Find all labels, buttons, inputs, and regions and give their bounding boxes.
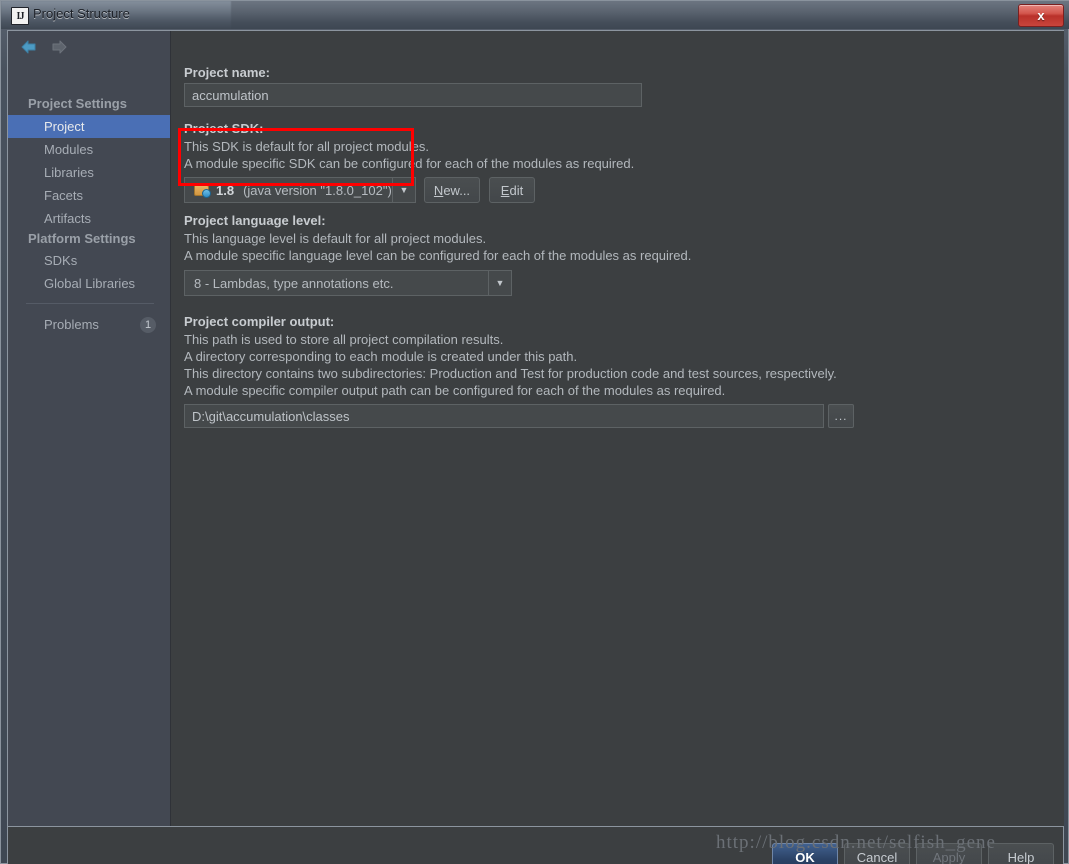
sidebar: Project Settings Project Modules Librari… [8,31,171,826]
compiler-output-label: Project compiler output: [184,314,335,329]
new-sdk-button[interactable]: New... [424,177,480,203]
footer-button-bar: OK Cancel Apply Help [7,827,1064,864]
new-sdk-button-label: New... [433,182,471,198]
sidebar-group-project-settings: Project Settings [28,96,127,111]
problems-count-badge: 1 [140,317,156,333]
ok-button-label: OK [795,849,815,864]
language-level-desc-line1: This language level is default for all p… [184,231,487,246]
project-name-input[interactable] [184,83,642,107]
sidebar-item-project[interactable]: Project [8,115,170,138]
project-sdk-combobox[interactable]: 1.8 (java version "1.8.0_102") ▼ [184,177,416,203]
arrow-right-icon[interactable] [51,39,68,55]
ellipsis-browse-icon[interactable]: ... [828,404,854,428]
main-panel: Project name: Project SDK: This SDK is d… [172,31,1064,826]
sidebar-item-label: Project [44,119,85,134]
ok-button[interactable]: OK [772,843,838,864]
cancel-button-label: Cancel [856,849,898,864]
project-sdk-version-detail: (java version "1.8.0_102") [243,182,392,198]
sidebar-item-modules[interactable]: Modules [8,138,170,161]
language-level-label: Project language level: [184,213,326,228]
sidebar-item-label: Modules [44,142,94,157]
project-sdk-label: Project SDK: [184,121,264,136]
sidebar-group-platform-settings: Platform Settings [28,231,136,246]
chevron-down-icon[interactable]: ▼ [488,271,511,295]
java-sdk-folder-icon [194,183,211,198]
apply-button-label: Apply [932,849,966,864]
sidebar-divider [26,303,154,304]
close-icon: x [1037,8,1045,23]
browse-button-label: ... [834,409,848,423]
sidebar-item-problems[interactable]: Problems 1 [8,313,170,336]
apply-button: Apply [916,843,982,864]
help-button[interactable]: Help [988,843,1054,864]
language-level-desc-line2: A module specific language level can be … [184,248,692,263]
sidebar-item-label: Artifacts [44,211,91,226]
content-area: Project Settings Project Modules Librari… [7,30,1064,827]
project-sdk-desc-line1: This SDK is default for all project modu… [184,139,429,154]
language-level-value: 8 - Lambdas, type annotations etc. [194,275,394,291]
edit-sdk-button[interactable]: Edit [489,177,535,203]
language-level-combobox[interactable]: 8 - Lambdas, type annotations etc. ▼ [184,270,512,296]
window-title: Project Structure [33,6,130,21]
compiler-output-desc-line4: A module specific compiler output path c… [184,383,726,398]
sidebar-item-facets[interactable]: Facets [8,184,170,207]
sidebar-item-sdks[interactable]: SDKs [8,249,170,272]
window-frame: IJ Project Structure x Project Settings … [0,0,1069,864]
intellij-idea-icon: IJ [11,7,29,25]
navigation-arrows [20,39,68,55]
chevron-down-icon[interactable]: ▼ [392,178,415,202]
screenshot-root: IJ Project Structure x Project Settings … [0,0,1069,864]
sidebar-item-global-libraries[interactable]: Global Libraries [8,272,170,295]
close-button[interactable]: x [1018,4,1064,27]
compiler-output-desc-line2: A directory corresponding to each module… [184,349,578,364]
sidebar-item-label: SDKs [44,253,78,268]
sidebar-item-label: Global Libraries [44,276,136,291]
sidebar-item-label: Facets [44,188,84,203]
compiler-output-path-input[interactable] [184,404,824,428]
sidebar-item-label: Libraries [44,165,94,180]
project-sdk-desc-line2: A module specific SDK can be configured … [184,156,635,171]
title-bar: IJ Project Structure x [1,1,1069,29]
cancel-button[interactable]: Cancel [844,843,910,864]
sidebar-item-artifacts[interactable]: Artifacts [8,207,170,230]
sidebar-item-libraries[interactable]: Libraries [8,161,170,184]
compiler-output-desc-line3: This directory contains two subdirectori… [184,366,837,381]
sidebar-item-label: Problems [44,317,99,332]
compiler-output-desc-line1: This path is used to store all project c… [184,332,504,347]
project-name-label: Project name: [184,65,270,80]
help-button-label: Help [1007,849,1035,864]
project-sdk-version: 1.8 [216,182,235,198]
arrow-left-icon[interactable] [20,39,37,55]
dialog-body: Project Settings Project Modules Librari… [5,29,1066,864]
edit-sdk-button-label: Edit [500,182,524,198]
